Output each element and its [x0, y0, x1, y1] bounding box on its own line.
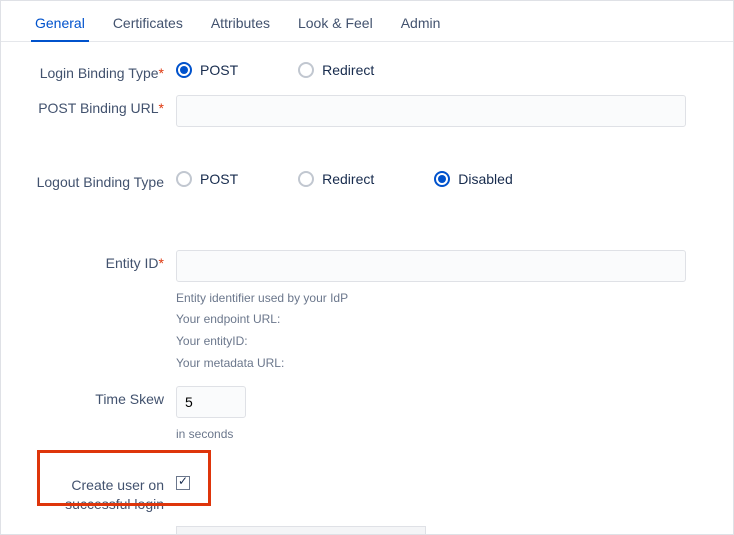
row-login-binding: Login Binding Type* POST Redirect — [31, 60, 703, 83]
time-skew-input[interactable] — [176, 386, 246, 418]
entity-id-input[interactable] — [176, 250, 686, 282]
tab-look-and-feel[interactable]: Look & Feel — [284, 9, 387, 41]
default-groups-select[interactable]: customer-A — [176, 526, 426, 535]
help-seconds: in seconds — [176, 424, 703, 446]
row-default-groups: Default Groups for* customer-A — [31, 526, 703, 535]
label-logout-binding: Logout Binding Type — [31, 169, 176, 192]
row-create-user: Create user on successful login — [31, 472, 703, 514]
radio-icon — [176, 171, 192, 187]
radio-icon — [434, 171, 450, 187]
radio-logout-post[interactable]: POST — [176, 171, 238, 187]
help-entity: Entity identifier used by your IdP Your … — [176, 288, 703, 374]
label-login-binding: Login Binding Type* — [31, 60, 176, 83]
form-area: Login Binding Type* POST Redirect POST B… — [1, 42, 733, 535]
label-time-skew: Time Skew — [31, 386, 176, 409]
label-default-groups: Default Groups for* — [31, 526, 176, 535]
row-time-skew: Time Skew in seconds — [31, 386, 703, 446]
config-panel: General Certificates Attributes Look & F… — [0, 0, 734, 535]
radio-logout-disabled[interactable]: Disabled — [434, 171, 512, 187]
tab-general[interactable]: General — [21, 9, 99, 41]
radio-icon — [298, 171, 314, 187]
row-logout-binding: Logout Binding Type POST Redirect Disabl… — [31, 169, 703, 192]
post-binding-url-input[interactable] — [176, 95, 686, 127]
radio-logout-redirect[interactable]: Redirect — [298, 171, 374, 187]
row-entity-id: Entity ID* Entity identifier used by you… — [31, 250, 703, 374]
radio-icon — [176, 62, 192, 78]
tab-certificates[interactable]: Certificates — [99, 9, 197, 41]
radio-login-redirect[interactable]: Redirect — [298, 62, 374, 78]
label-post-binding-url: POST Binding URL* — [31, 95, 176, 118]
tab-admin[interactable]: Admin — [387, 9, 455, 41]
select-value: customer-A — [185, 531, 251, 535]
radio-icon — [298, 62, 314, 78]
label-create-user: Create user on successful login — [31, 472, 176, 514]
radio-login-post[interactable]: POST — [176, 62, 238, 78]
row-post-binding-url: POST Binding URL* — [31, 95, 703, 127]
tab-attributes[interactable]: Attributes — [197, 9, 284, 41]
create-user-checkbox[interactable] — [176, 476, 190, 490]
label-entity-id: Entity ID* — [31, 250, 176, 273]
tab-bar: General Certificates Attributes Look & F… — [1, 1, 733, 42]
